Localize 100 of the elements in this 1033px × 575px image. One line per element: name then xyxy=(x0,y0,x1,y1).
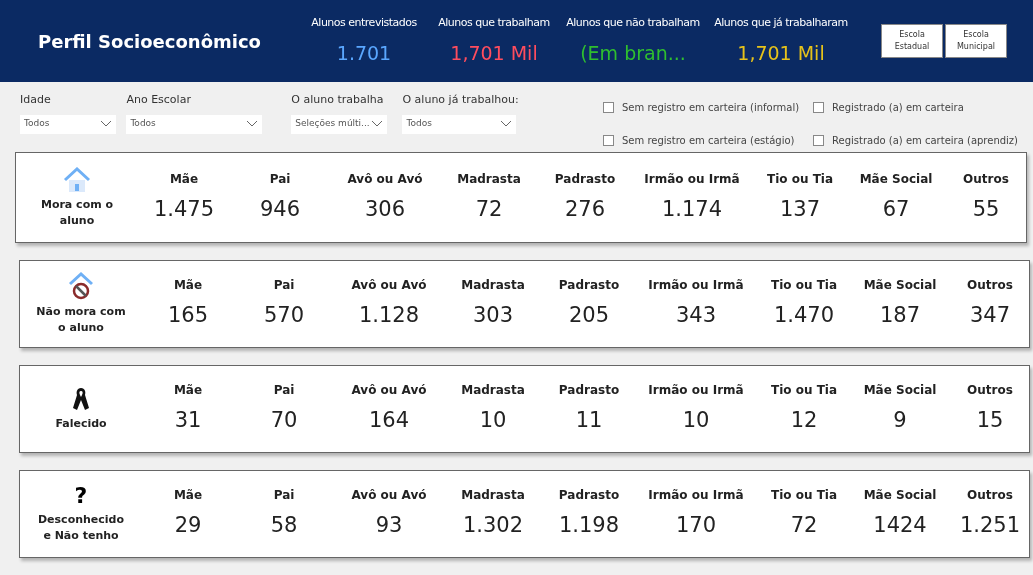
relative-label: Tio ou Tia xyxy=(770,382,838,400)
relative-label: Irmão ou Irmã xyxy=(648,382,744,400)
relative-label: Tio ou Tia xyxy=(766,170,834,188)
count-value: 165 xyxy=(167,302,209,330)
relative-label: Madrasta xyxy=(461,382,525,400)
filter-label: O aluno trabalha xyxy=(291,92,385,108)
kpi-value: 1,701 Mil xyxy=(450,41,538,66)
school-filter-button[interactable]: Escola Municipal xyxy=(945,24,1007,58)
house-prohibited-icon xyxy=(68,272,94,300)
category-label: Desconhecido e Não tenho xyxy=(36,512,126,544)
count-value: 29 xyxy=(174,512,202,540)
relative-label: Mãe Social xyxy=(863,277,937,295)
count-value: 72 xyxy=(475,195,503,223)
count-value: 1.198 xyxy=(558,512,620,540)
relative-label: Pai xyxy=(273,487,295,505)
kpi-value: 1,701 Mil xyxy=(737,41,825,66)
relative-label: Madrasta xyxy=(461,487,525,505)
relative-label: Irmão ou Irmã xyxy=(648,487,744,505)
count-value: 12 xyxy=(790,407,818,435)
count-value: 1.470 xyxy=(773,302,835,330)
kpi-label: Alunos entrevistados xyxy=(311,14,417,31)
relative-label: Mãe Social xyxy=(859,170,933,188)
relative-label: Mãe xyxy=(173,382,203,400)
question-mark: ? xyxy=(74,484,88,508)
count-value: 170 xyxy=(675,512,717,540)
category-label: Falecido xyxy=(54,416,108,432)
relative-label: Mãe Social xyxy=(863,487,937,505)
count-value: 55 xyxy=(972,195,1000,223)
count-value: 1.251 xyxy=(959,512,1021,540)
ribbon-icon xyxy=(72,386,90,412)
count-value: 9 xyxy=(893,407,907,435)
count-value: 10 xyxy=(479,407,507,435)
relative-label: Avô ou Avó xyxy=(351,382,427,400)
dropdown[interactable]: Todos xyxy=(402,114,517,134)
relative-label: Mãe xyxy=(169,170,199,188)
chevron-down-icon xyxy=(100,120,112,128)
relative-label: Avô ou Avó xyxy=(347,170,423,188)
count-value: 93 xyxy=(375,512,403,540)
relative-label: Pai xyxy=(269,170,291,188)
relative-label: Irmão ou Irmã xyxy=(648,277,744,295)
filter-label: Ano Escolar xyxy=(126,92,192,108)
relative-label: Outros xyxy=(963,170,1009,188)
dropdown[interactable]: Todos xyxy=(20,114,116,134)
count-value: 11 xyxy=(575,407,603,435)
relative-label: Madrasta xyxy=(461,277,525,295)
filter-label: Idade xyxy=(20,92,52,108)
kpi-label: Alunos que já trabalharam xyxy=(714,14,848,31)
kpi-value: 1.701 xyxy=(336,41,392,66)
kpi-value: (Em bran... xyxy=(580,41,686,66)
relative-label: Padrasto xyxy=(558,277,620,295)
checkbox-label: Sem registro em carteira (estágio) xyxy=(622,134,795,148)
dropdown[interactable]: Todos xyxy=(126,114,263,134)
relative-label: Outros xyxy=(967,277,1013,295)
count-value: 31 xyxy=(174,407,202,435)
checkbox[interactable] xyxy=(813,135,824,146)
count-value: 306 xyxy=(364,195,406,223)
relative-label: Tio ou Tia xyxy=(770,487,838,505)
count-value: 72 xyxy=(790,512,818,540)
count-value: 303 xyxy=(472,302,514,330)
count-value: 15 xyxy=(976,407,1004,435)
relative-label: Outros xyxy=(967,382,1013,400)
relative-label: Pai xyxy=(273,382,295,400)
kpi-label: Alunos que não trabalham xyxy=(566,14,700,31)
relative-label: Madrasta xyxy=(457,170,521,188)
chevron-down-icon xyxy=(371,120,384,128)
checkbox[interactable] xyxy=(603,102,614,113)
count-value: 1.302 xyxy=(462,512,524,540)
relative-label: Mãe xyxy=(173,487,203,505)
relative-label: Irmão ou Irmã xyxy=(644,170,740,188)
count-value: 137 xyxy=(779,195,821,223)
count-value: 570 xyxy=(263,302,305,330)
kpi-label: Alunos que trabalham xyxy=(438,14,550,31)
checkbox-label: Registrado (a) em carteira (aprendiz) xyxy=(832,134,1018,148)
count-value: 205 xyxy=(568,302,610,330)
count-value: 67 xyxy=(882,195,910,223)
count-value: 164 xyxy=(368,407,410,435)
relative-label: Pai xyxy=(273,277,295,295)
relative-label: Padrasto xyxy=(554,170,616,188)
relative-label: Avô ou Avó xyxy=(351,277,427,295)
relative-label: Tio ou Tia xyxy=(770,277,838,295)
chevron-down-icon xyxy=(246,120,259,128)
count-value: 343 xyxy=(675,302,717,330)
dropdown[interactable]: Seleções múlti... xyxy=(291,114,388,134)
relative-label: Mãe Social xyxy=(863,382,937,400)
count-value: 276 xyxy=(564,195,606,223)
category-label: Não mora com o aluno xyxy=(35,304,127,336)
school-filter-button[interactable]: Escola Estadual xyxy=(881,24,943,58)
checkbox-label: Sem registro em carteira (informal) xyxy=(622,101,800,115)
count-value: 10 xyxy=(682,407,710,435)
relative-label: Mãe xyxy=(173,277,203,295)
category-label: Mora com o aluno xyxy=(39,196,115,229)
count-value: 58 xyxy=(270,512,298,540)
checkbox[interactable] xyxy=(813,102,824,113)
house-icon xyxy=(63,166,91,193)
checkbox[interactable] xyxy=(603,135,614,146)
count-value: 1.128 xyxy=(358,302,420,330)
count-value: 1424 xyxy=(873,512,927,540)
count-value: 347 xyxy=(969,302,1011,330)
count-value: 1.174 xyxy=(661,195,723,223)
dashboard-title: Perfil Socioeconômico xyxy=(38,29,262,54)
